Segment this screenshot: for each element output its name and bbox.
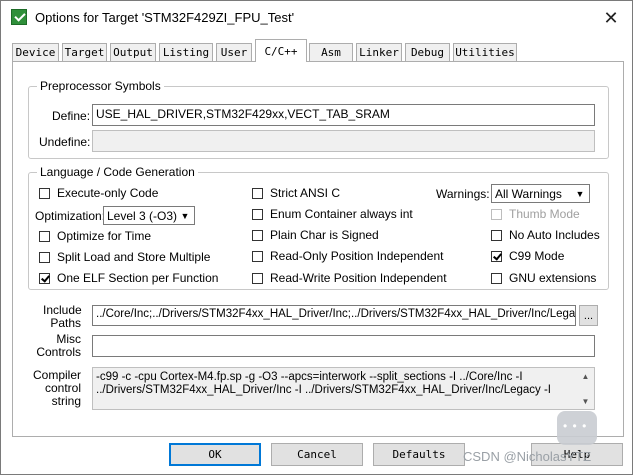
tab-asm[interactable]: Asm <box>309 43 353 61</box>
gnu-extensions-checkbox[interactable]: GNU extensions <box>491 271 596 285</box>
one-elf-checkbox[interactable]: One ELF Section per Function <box>39 271 218 285</box>
one-elf-label: One ELF Section per Function <box>57 271 219 285</box>
compiler-label-line3: string <box>51 394 81 408</box>
options-dialog: Options for Target 'STM32F429ZI_FPU_Test… <box>0 0 633 475</box>
preprocessor-group: Preprocessor Symbols Define: USE_HAL_DRI… <box>28 79 609 159</box>
tab-user[interactable]: User <box>216 43 252 61</box>
no-auto-includes-label: No Auto Includes <box>509 228 600 242</box>
undefine-input[interactable] <box>92 130 595 152</box>
define-input[interactable]: USE_HAL_DRIVER,STM32F429xx,VECT_TAB_SRAM <box>92 104 595 126</box>
warnings-select[interactable]: All Warnings ▼ <box>491 184 590 203</box>
thumb-mode-label: Thumb Mode <box>509 207 580 221</box>
tab-target[interactable]: Target <box>62 43 107 61</box>
optimize-time-label: Optimize for Time <box>57 229 152 243</box>
execute-only-label: Execute-only Code <box>57 186 159 200</box>
optimization-select[interactable]: Level 3 (-O3) ▼ <box>103 206 195 225</box>
tab-c-cpp[interactable]: C/C++ <box>255 39 307 62</box>
execute-only-box[interactable] <box>39 187 50 199</box>
gnu-extensions-label: GNU extensions <box>509 271 597 285</box>
preprocessor-legend: Preprocessor Symbols <box>37 79 164 93</box>
split-load-checkbox[interactable]: Split Load and Store Multiple <box>39 250 210 264</box>
plain-char-checkbox[interactable]: Plain Char is Signed <box>252 228 379 242</box>
optimize-time-box[interactable] <box>39 230 50 242</box>
include-label-line2: Paths <box>50 316 81 330</box>
execute-only-checkbox[interactable]: Execute-only Code <box>39 186 158 200</box>
enum-container-box[interactable] <box>252 208 263 220</box>
misc-controls-input[interactable] <box>92 335 595 357</box>
rw-pi-checkbox[interactable]: Read-Write Position Independent <box>252 271 447 285</box>
misc-label-line2: Controls <box>36 345 81 359</box>
ro-pi-box[interactable] <box>252 250 263 262</box>
enum-container-label: Enum Container always int <box>270 207 413 221</box>
chat-bubble-icon <box>557 411 597 445</box>
c99-mode-label: C99 Mode <box>509 249 565 263</box>
optimize-time-checkbox[interactable]: Optimize for Time <box>39 229 151 243</box>
split-load-box[interactable] <box>39 251 50 263</box>
language-group: Language / Code Generation Execute-only … <box>28 165 609 290</box>
close-button[interactable]: ✕ <box>598 5 624 31</box>
warnings-value: All Warnings <box>495 187 562 201</box>
enum-container-checkbox[interactable]: Enum Container always int <box>252 207 413 221</box>
strict-ansi-box[interactable] <box>252 187 263 199</box>
compiler-line1: -c99 -c -cpu Cortex-M4.fp.sp -g -O3 --ap… <box>96 371 523 383</box>
rw-pi-box[interactable] <box>252 272 263 284</box>
tab-utilities[interactable]: Utilities <box>453 43 517 61</box>
c-cpp-panel: Preprocessor Symbols Define: USE_HAL_DRI… <box>12 61 624 437</box>
ok-button[interactable]: OK <box>169 443 261 466</box>
strict-ansi-checkbox[interactable]: Strict ANSI C <box>252 186 340 200</box>
optimization-value: Level 3 (-O3) <box>107 209 178 223</box>
c99-mode-box[interactable] <box>491 250 502 262</box>
ro-pi-checkbox[interactable]: Read-Only Position Independent <box>252 249 443 263</box>
chevron-down-icon: ▼ <box>575 189 585 199</box>
undefine-label: Undefine: <box>39 135 91 149</box>
watermark-text: CSDN @NicholasYTZ <box>463 449 592 464</box>
no-auto-includes-box[interactable] <box>491 229 502 241</box>
tab-output[interactable]: Output <box>110 43 156 61</box>
warnings-label: Warnings: <box>436 187 490 201</box>
include-paths-label: Include Paths <box>43 304 82 330</box>
split-load-label: Split Load and Store Multiple <box>57 250 211 264</box>
thumb-mode-box <box>491 208 502 220</box>
tab-device[interactable]: Device <box>12 43 59 61</box>
one-elf-box[interactable] <box>39 272 50 284</box>
include-paths-input[interactable]: ../Core/Inc;../Drivers/STM32F4xx_HAL_Dri… <box>92 305 576 326</box>
ro-pi-label: Read-Only Position Independent <box>270 249 444 263</box>
tab-debug[interactable]: Debug <box>405 43 450 61</box>
plain-char-box[interactable] <box>252 229 263 241</box>
c99-mode-checkbox[interactable]: C99 Mode <box>491 249 564 263</box>
tab-listing[interactable]: Listing <box>159 43 213 61</box>
defaults-button[interactable]: Defaults <box>373 443 465 466</box>
compiler-control-label: Compiler control string <box>33 369 81 408</box>
include-browse-button[interactable]: ... <box>579 305 598 326</box>
define-label: Define: <box>52 109 91 123</box>
compiler-line2: ../Drivers/STM32F4xx_HAL_Driver/Inc -I .… <box>96 384 552 396</box>
compiler-control-textarea[interactable]: -c99 -c -cpu Cortex-M4.fp.sp -g -O3 --ap… <box>92 367 595 410</box>
strict-ansi-label: Strict ANSI C <box>270 186 341 200</box>
keil-app-icon <box>11 9 27 25</box>
cancel-button[interactable]: Cancel <box>271 443 363 466</box>
optimization-label: Optimization: <box>35 209 106 223</box>
gnu-extensions-box[interactable] <box>491 272 502 284</box>
tab-linker[interactable]: Linker <box>356 43 402 61</box>
scroll-down-icon[interactable]: ▼ <box>578 394 593 408</box>
misc-controls-label: Misc Controls <box>33 333 81 359</box>
window-title: Options for Target 'STM32F429ZI_FPU_Test… <box>35 10 295 25</box>
rw-pi-label: Read-Write Position Independent <box>270 271 447 285</box>
scroll-up-icon[interactable]: ▲ <box>578 369 593 383</box>
plain-char-label: Plain Char is Signed <box>270 228 379 242</box>
title-bar: Options for Target 'STM32F429ZI_FPU_Test… <box>1 1 632 35</box>
chevron-down-icon: ▼ <box>180 211 190 221</box>
language-legend: Language / Code Generation <box>37 165 198 179</box>
no-auto-includes-checkbox[interactable]: No Auto Includes <box>491 228 600 242</box>
thumb-mode-checkbox: Thumb Mode <box>491 207 580 221</box>
compiler-scrollbar[interactable]: ▲ ▼ <box>578 369 593 408</box>
